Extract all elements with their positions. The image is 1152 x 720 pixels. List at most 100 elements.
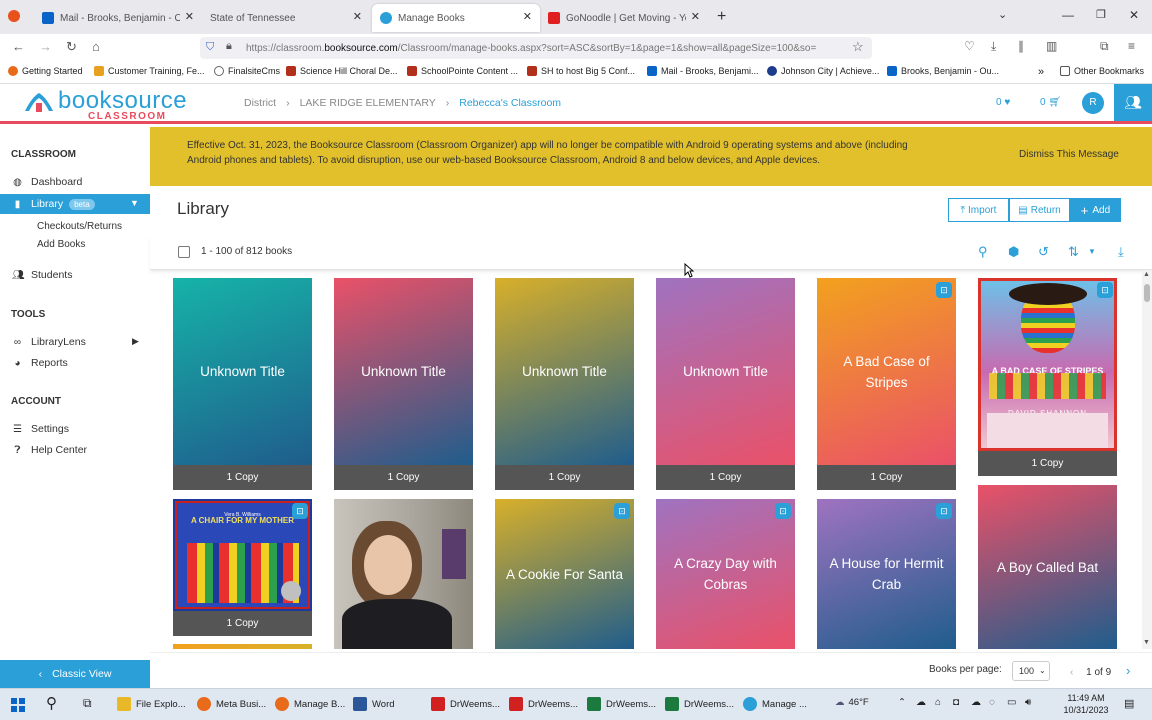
more-bookmarks-icon[interactable]: » bbox=[1038, 66, 1044, 78]
restore-icon[interactable]: ❐ bbox=[1096, 8, 1106, 21]
search-icon[interactable]: ⚲ bbox=[978, 244, 988, 260]
network-icon[interactable]: ⌂ bbox=[935, 697, 941, 708]
bookmark-item[interactable]: FinalsiteCms bbox=[214, 66, 280, 76]
next-page-icon[interactable]: › bbox=[1126, 663, 1130, 678]
close-icon[interactable]: ✕ bbox=[523, 10, 532, 23]
close-icon[interactable]: ✕ bbox=[185, 10, 194, 23]
downloads-icon[interactable]: ⤓ bbox=[991, 39, 996, 54]
dismiss-message-button[interactable]: Dismiss This Message bbox=[1019, 147, 1119, 162]
search-icon[interactable]: ⚲ bbox=[46, 694, 57, 712]
extensions-icon[interactable]: ⧉ bbox=[1100, 39, 1109, 54]
book-card[interactable]: A House for Hermit Crab ⊡ bbox=[817, 499, 956, 649]
vertical-scrollbar[interactable]: ▲ ▼ bbox=[1142, 271, 1152, 649]
sidebar-item-librarylens[interactable]: ∞ LibraryLens ▶ bbox=[0, 332, 150, 352]
taskbar-item[interactable]: DrWeems... bbox=[431, 697, 500, 711]
book-card[interactable]: Unknown Title 1 Copy bbox=[173, 278, 312, 490]
breadcrumb-school[interactable]: LAKE RIDGE ELEMENTARY bbox=[300, 97, 436, 109]
select-all-checkbox[interactable] bbox=[178, 246, 190, 258]
taskbar-item[interactable]: Word bbox=[353, 697, 395, 711]
scroll-down-icon[interactable]: ▼ bbox=[1143, 639, 1150, 646]
bookmark-item[interactable]: SchoolPointe Content ... bbox=[407, 66, 518, 76]
tab-state-of-tennessee[interactable]: State of Tennessee ✕ bbox=[202, 4, 370, 32]
tab-gonoodle[interactable]: GoNoodle | Get Moving - YouTu ✕ bbox=[540, 4, 708, 32]
bookmark-star-icon[interactable]: ☆ bbox=[852, 39, 864, 55]
teams-icon[interactable]: ◘ bbox=[953, 697, 959, 708]
add-button[interactable]: + Add bbox=[1070, 198, 1121, 222]
taskbar-item[interactable]: DrWeems... bbox=[509, 697, 578, 711]
bookmark-item[interactable]: Getting Started bbox=[8, 66, 83, 76]
sidebar-toggle-icon[interactable]: ▥ bbox=[1046, 39, 1057, 53]
classic-view-button[interactable]: ‹ Classic View bbox=[0, 660, 150, 688]
taskbar-item[interactable]: Manage B... bbox=[275, 697, 345, 711]
sort-icon[interactable]: ⇅ bbox=[1068, 244, 1079, 260]
cart-button[interactable]: 0 🛒︎ bbox=[1040, 97, 1061, 108]
onedrive-icon[interactable]: ☁ bbox=[971, 697, 981, 708]
book-card[interactable]: Unknown Title 1 Copy bbox=[334, 278, 473, 490]
sidebar-item-dashboard[interactable]: ◍ Dashboard bbox=[0, 172, 150, 192]
prev-page-icon[interactable]: ‹ bbox=[1070, 667, 1073, 678]
taskbar-item[interactable]: Meta Busi... bbox=[197, 697, 266, 711]
minimize-icon[interactable]: — bbox=[1062, 8, 1074, 22]
book-card[interactable]: A BAD CASE OF STRIPES DAVID SHANNON ⊡ 1 … bbox=[978, 278, 1117, 476]
sidebar-item-library[interactable]: ▮ Library beta ▼ bbox=[0, 194, 150, 214]
lock-icon[interactable]: 🔒︎ bbox=[226, 40, 232, 53]
booksource-logo[interactable]: booksource CLASSROOM bbox=[22, 87, 194, 122]
system-clock[interactable]: 11:49 AM 10/31/2023 bbox=[1062, 692, 1110, 716]
chevron-up-icon[interactable]: ⌃ bbox=[898, 697, 906, 708]
pocket-icon[interactable]: ♡ bbox=[964, 39, 975, 53]
bookmark-item[interactable]: Brooks, Benjamin - Ou... bbox=[887, 66, 999, 76]
download-icon[interactable]: ⤓ bbox=[1118, 244, 1124, 260]
sidebar-item-help-center[interactable]: ❓︎ Help Center bbox=[0, 440, 150, 460]
avatar[interactable]: R bbox=[1082, 92, 1104, 114]
book-card[interactable]: Unknown Title 1 Copy bbox=[495, 278, 634, 490]
favorites-button[interactable]: 0 ♥ bbox=[996, 97, 1010, 108]
taskbar-item[interactable]: DrWeems... bbox=[665, 697, 734, 711]
scrollbar-thumb[interactable] bbox=[1144, 284, 1150, 302]
bookmark-item[interactable]: Customer Training, Fe... bbox=[94, 66, 205, 76]
taskbar-item[interactable]: DrWeems... bbox=[587, 697, 656, 711]
book-card[interactable]: A Boy Called Bat bbox=[978, 485, 1117, 649]
notifications-icon[interactable]: ▤ bbox=[1124, 697, 1134, 710]
book-card[interactable]: Unknown Title 1 Copy bbox=[656, 278, 795, 490]
taskbar-item[interactable]: File Explo... bbox=[117, 697, 186, 711]
url-bar[interactable]: ⛉ 🔒︎ https://classroom. booksource.com/Cl… bbox=[200, 37, 872, 59]
chevron-down-icon[interactable]: ▼ bbox=[1088, 247, 1096, 256]
book-card[interactable] bbox=[173, 644, 312, 649]
sidebar-item-checkouts[interactable]: Checkouts/Returns bbox=[37, 221, 122, 232]
scroll-up-icon[interactable]: ▲ bbox=[1143, 271, 1150, 278]
back-icon[interactable]: ← bbox=[12, 39, 25, 54]
firefox-icon[interactable] bbox=[8, 10, 20, 22]
library-icon[interactable]: ∥ bbox=[1018, 39, 1024, 53]
close-icon[interactable]: ✕ bbox=[691, 10, 700, 23]
bookmark-item[interactable]: Johnson City | Achieve... bbox=[767, 66, 879, 76]
book-card[interactable]: A Bad Case of Stripes ⊡ 1 Copy bbox=[817, 278, 956, 490]
history-icon[interactable]: ↺ bbox=[1038, 244, 1049, 260]
book-card[interactable] bbox=[334, 499, 473, 649]
book-card[interactable]: A Cookie For Santa ⊡ bbox=[495, 499, 634, 649]
bookmark-item[interactable]: Mail - Brooks, Benjami... bbox=[647, 66, 759, 76]
volume-icon[interactable]: 🔊︎ bbox=[1025, 697, 1031, 708]
library-lens-icon[interactable]: ⬢ bbox=[1008, 244, 1019, 260]
window-close-icon[interactable]: ✕ bbox=[1129, 8, 1139, 22]
display-icon[interactable]: ▭ bbox=[1007, 697, 1016, 708]
sidebar-item-settings[interactable]: ☰ Settings bbox=[0, 419, 150, 439]
sidebar-item-students[interactable]: 👥︎ Students bbox=[0, 265, 150, 285]
wifi-icon[interactable]: ◌ bbox=[989, 697, 995, 708]
book-card[interactable]: Vera B. Williams A CHAIR FOR MY MOTHER ⊡… bbox=[173, 499, 312, 636]
breadcrumb-classroom[interactable]: Rebecca's Classroom bbox=[459, 97, 561, 109]
bookmark-item[interactable]: Science Hill Choral De... bbox=[286, 66, 398, 76]
forward-icon[interactable]: → bbox=[39, 39, 52, 54]
task-view-icon[interactable]: ⧉ bbox=[83, 696, 92, 711]
list-all-tabs-icon[interactable]: ⌄ bbox=[998, 8, 1007, 21]
close-icon[interactable]: ✕ bbox=[353, 10, 362, 23]
tab-mail[interactable]: Mail - Brooks, Benjamin - Outlo ✕ bbox=[34, 4, 202, 32]
home-icon[interactable]: ⌂ bbox=[92, 39, 100, 54]
return-button[interactable]: ▤ Return bbox=[1009, 198, 1070, 222]
breadcrumb-district[interactable]: District bbox=[244, 97, 276, 109]
book-card[interactable]: A Crazy Day with Cobras ⊡ bbox=[656, 499, 795, 649]
weather-widget[interactable]: ☁ 46°F bbox=[835, 697, 869, 708]
taskbar-item[interactable]: Manage ... bbox=[743, 697, 807, 711]
books-per-page-select[interactable]: 100 ⌄ bbox=[1012, 661, 1050, 681]
users-icon[interactable]: 👥︎ bbox=[1114, 84, 1152, 121]
bookmark-item[interactable]: SH to host Big 5 Conf... bbox=[527, 66, 635, 76]
